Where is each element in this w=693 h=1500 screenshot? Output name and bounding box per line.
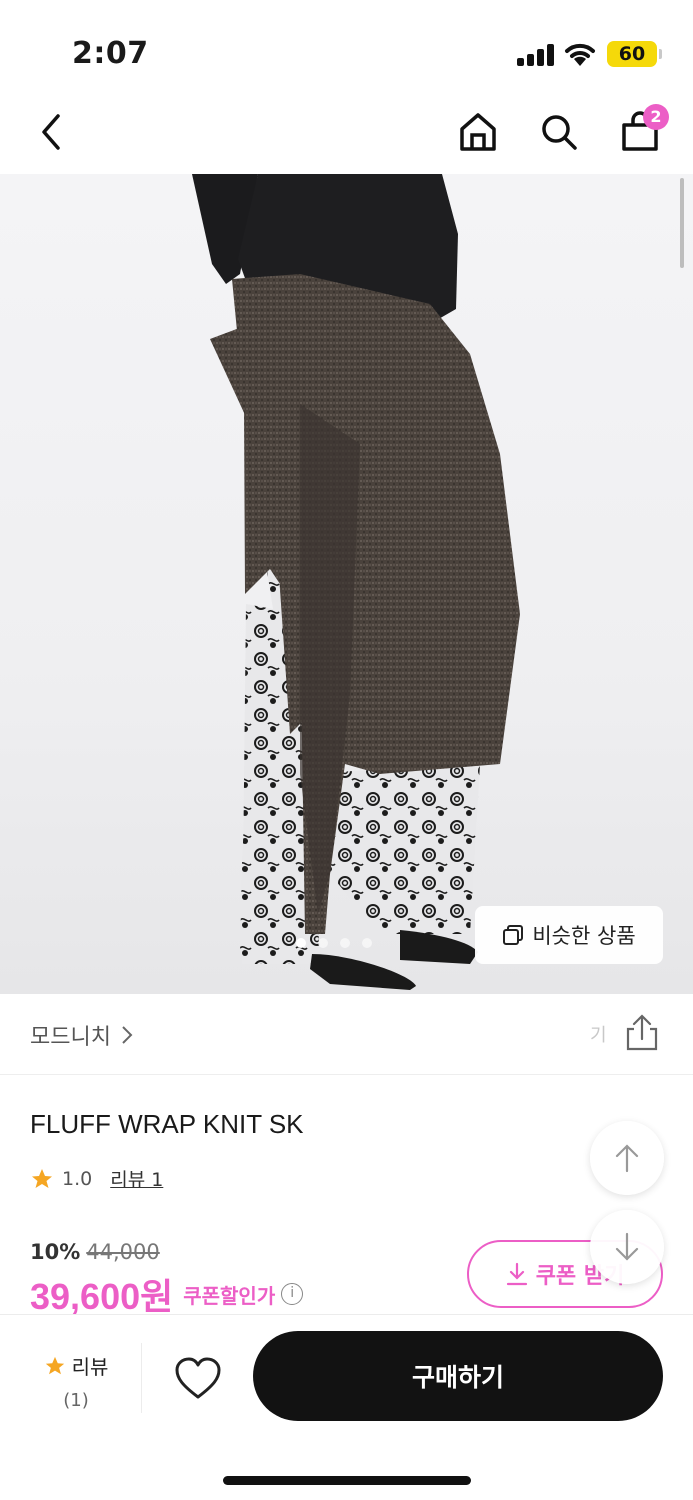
similar-products-label: 비슷한 상품 bbox=[532, 924, 636, 948]
coupon-discount-label[interactable]: 쿠폰할인가 i bbox=[183, 1280, 304, 1309]
image-pagination bbox=[296, 938, 372, 948]
price-block: 10% 44,000 39,600원 쿠폰할인가 i bbox=[30, 1240, 304, 1320]
wishlist-button[interactable] bbox=[172, 1353, 224, 1405]
info-icon[interactable]: i bbox=[281, 1283, 304, 1305]
pagination-dot[interactable] bbox=[362, 938, 372, 948]
page-scrollbar bbox=[680, 178, 684, 268]
brand-link[interactable]: 모드니치 bbox=[30, 1019, 133, 1051]
product-title: FLUFF WRAP KNIT SK bbox=[30, 1109, 304, 1139]
review-summary-label: 리뷰 bbox=[71, 1355, 109, 1379]
review-link[interactable]: 리뷰 1 bbox=[110, 1165, 163, 1192]
back-button[interactable] bbox=[26, 108, 74, 156]
star-icon bbox=[45, 1356, 64, 1374]
similar-products-button[interactable]: 비슷한 상품 bbox=[475, 906, 663, 964]
original-price: 44,000 bbox=[86, 1240, 160, 1264]
pagination-dot[interactable] bbox=[340, 938, 350, 948]
home-icon bbox=[460, 113, 496, 151]
pagination-dot[interactable] bbox=[296, 938, 306, 948]
search-icon bbox=[542, 115, 577, 150]
top-navigation bbox=[0, 100, 693, 174]
cellular-signal-icon bbox=[517, 44, 555, 66]
brand-row: 모드니치 기 bbox=[0, 995, 693, 1075]
pagination-dot[interactable] bbox=[318, 938, 328, 948]
cart-count-badge: 2 bbox=[643, 104, 669, 130]
battery-indicator: 60 bbox=[607, 41, 657, 67]
battery-cap bbox=[659, 49, 662, 59]
share-hint-text: 기 bbox=[590, 1025, 607, 1046]
status-time: 2:07 bbox=[72, 36, 149, 71]
wifi-icon bbox=[565, 43, 595, 66]
download-icon bbox=[506, 1262, 527, 1286]
arrow-down-icon bbox=[615, 1232, 639, 1261]
share-button[interactable] bbox=[620, 1011, 664, 1055]
chevron-right-icon bbox=[122, 1026, 133, 1044]
review-summary[interactable]: 리뷰 (1) bbox=[36, 1351, 116, 1411]
product-image[interactable]: 비슷한 상품 bbox=[0, 174, 693, 994]
scroll-top-button[interactable] bbox=[590, 1121, 664, 1195]
final-price: 39,600원 bbox=[30, 1276, 174, 1317]
home-button[interactable] bbox=[454, 108, 502, 156]
coupon-discount-text: 쿠폰할인가 bbox=[183, 1283, 276, 1308]
review-count: (1) bbox=[63, 1390, 89, 1411]
product-photo bbox=[192, 174, 520, 990]
back-icon bbox=[42, 114, 60, 150]
scroll-down-button[interactable] bbox=[590, 1210, 664, 1284]
home-indicator bbox=[223, 1476, 471, 1485]
divider bbox=[141, 1343, 142, 1413]
share-icon bbox=[626, 1014, 658, 1051]
rating-row: 1.0 리뷰 1 bbox=[30, 1165, 163, 1192]
rating-value: 1.0 bbox=[62, 1167, 93, 1190]
bottom-action-bar: 리뷰 (1) 구매하기 bbox=[0, 1314, 693, 1500]
status-bar: 2:07 60 bbox=[0, 0, 693, 100]
arrow-up-icon bbox=[615, 1144, 639, 1173]
discount-percent: 10% bbox=[30, 1240, 81, 1264]
search-button[interactable] bbox=[535, 108, 583, 156]
star-icon bbox=[32, 1168, 52, 1188]
buy-button[interactable]: 구매하기 bbox=[253, 1331, 663, 1421]
heart-icon bbox=[175, 1357, 221, 1399]
brand-name: 모드니치 bbox=[30, 1025, 111, 1050]
copy-icon bbox=[503, 925, 524, 945]
